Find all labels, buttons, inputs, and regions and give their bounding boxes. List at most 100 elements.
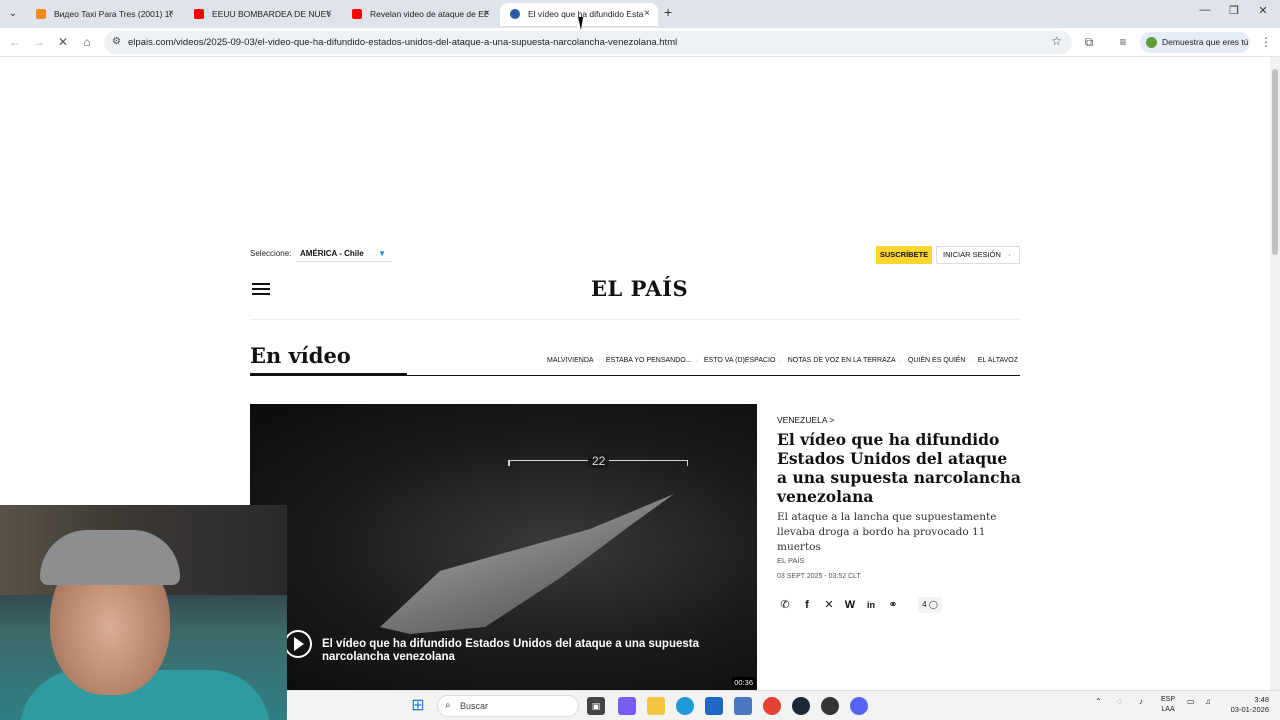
tab-title: Revelan video de ataque de EE (370, 9, 488, 19)
hamburger-menu-icon[interactable] (252, 283, 270, 295)
bookmark-star-icon[interactable]: ☆ (1051, 34, 1062, 48)
file-explorer-icon[interactable] (647, 697, 665, 715)
verify-label: Demuestra que eres tú (1162, 37, 1249, 47)
facebook-icon[interactable]: f (799, 597, 815, 613)
subnav-item-el-altavoz[interactable]: EL ALTAVOZ (978, 357, 1018, 364)
tray-chevron-icon[interactable]: ⌃ (1095, 697, 1102, 706)
article-kicker[interactable]: VENEZUELA > (777, 415, 834, 425)
play-icon[interactable] (284, 630, 312, 658)
address-bar[interactable]: ⚙ elpais.com/videos/2025-09-03/el-video-… (104, 31, 1072, 54)
minimize-button[interactable]: — (1190, 4, 1220, 16)
tab-favicon-icon (36, 9, 46, 19)
tab-close-icon[interactable]: × (644, 3, 650, 25)
comment-bubble-icon: ◯ (926, 600, 938, 609)
site-info-icon[interactable]: ⚙ (112, 36, 121, 47)
restore-button[interactable]: ❐ (1219, 4, 1249, 17)
el-pais-logo[interactable]: EL PAÍS (591, 276, 688, 301)
whatsapp-icon[interactable]: ✆ (777, 597, 793, 613)
video-overlay-title: El vídeo que ha difundido Estados Unidos… (322, 638, 699, 663)
section-title-underline (250, 373, 407, 376)
windows-start-icon[interactable]: ⊞ (409, 697, 427, 715)
tab-taxi-para-tres[interactable]: Видео Taxi Para Tres (2001) 108 × (26, 3, 182, 26)
system-clock[interactable]: 3:48 03-01-2026 (1223, 695, 1269, 715)
extensions-icon[interactable]: ⧉ (1080, 33, 1098, 51)
url-text: elpais.com/videos/2025-09-03/el-video-qu… (128, 37, 678, 48)
search-icon: ⌕ (445, 700, 451, 711)
network-icon[interactable]: ▭ (1187, 697, 1195, 706)
caret-down-icon: · (1008, 250, 1012, 259)
subnav-item-esto-va-despacio[interactable]: ESTO VA (D)ESPACIO (704, 357, 776, 364)
reading-list-icon[interactable]: ≡ (1114, 33, 1132, 51)
taskbar-search[interactable]: ⌕ Buscar (437, 695, 579, 717)
stop-loading-icon[interactable]: ✕ (54, 33, 72, 51)
home-icon[interactable]: ⌂ (78, 33, 96, 51)
tab-revelan-video[interactable]: Revelan video de ataque de EE × (342, 3, 498, 26)
copilot-icon[interactable] (618, 697, 636, 715)
article-date: 03 SEPT 2025 - 03:52 CLT (777, 573, 861, 580)
video-duration: 00:36 (732, 677, 755, 688)
task-view-icon[interactable]: ▣ (587, 697, 605, 715)
clock-date: 03-01-2026 (1230, 705, 1269, 714)
webcam-person-cap (40, 530, 180, 585)
obs-icon[interactable] (821, 697, 839, 715)
section-title[interactable]: En vídeo (250, 343, 351, 368)
video-player[interactable]: 22 El vídeo que ha difundido Estados Uni… (250, 404, 757, 690)
x-icon[interactable]: ✕ (821, 597, 837, 613)
discord-icon[interactable] (850, 697, 868, 715)
video-frame-boat (380, 494, 674, 634)
edge-icon[interactable] (676, 697, 694, 715)
subnav-item-estaba-yo-pensando[interactable]: ESTABA YO PENSANDO... (606, 357, 692, 364)
subnav-item-quien-es-quien[interactable]: QUIÉN ES QUIÉN (908, 357, 966, 364)
language-code: ESP (1161, 696, 1176, 703)
volume-icon[interactable]: ♫ (1205, 697, 1211, 706)
clock-time: 3:48 (1254, 695, 1269, 704)
tab-close-icon[interactable]: × (484, 3, 490, 25)
bluesky-icon[interactable]: W (842, 597, 858, 613)
new-tab-button[interactable]: + (664, 4, 672, 20)
outlook-icon[interactable] (734, 697, 752, 715)
tab-strip: ⌄ Видео Taxi Para Tres (2001) 108 × EEUU… (0, 0, 1280, 28)
page-scrollbar[interactable] (1270, 57, 1280, 690)
steam-icon[interactable] (792, 697, 810, 715)
microphone-icon[interactable]: ♪ (1139, 697, 1143, 706)
link-icon[interactable]: ⚭ (885, 597, 901, 613)
login-button[interactable]: INICIAR SESIÓN · (936, 246, 1020, 264)
language-indicator[interactable]: ESP LAA (1161, 695, 1175, 715)
browser-toolbar: ← → ✕ ⌂ ⚙ elpais.com/videos/2025-09-03/e… (0, 28, 1280, 57)
taskbar-search-placeholder: Buscar (460, 701, 489, 711)
loading-favicon-icon (510, 9, 520, 19)
tab-eeuu-bombardea[interactable]: EEUU BOMBARDEA DE NUEVO × (184, 3, 340, 26)
tray-app-icon[interactable]: ◌ (1117, 697, 1122, 706)
edition-value: AMÉRICA - Chile (300, 249, 364, 258)
section-subnav: MALVIVIENDA · ESTABA YO PENSANDO... · ESTO… (547, 357, 1018, 364)
caret-down-icon: ▼ (378, 249, 386, 258)
article-headline: El vídeo que ha difundido Estados Unidos… (777, 430, 1021, 506)
tab-close-icon[interactable]: × (326, 3, 332, 25)
video-hud-number: 22 (588, 454, 610, 468)
subnav-item-notas-de-voz[interactable]: NOTAS DE VOZ EN LA TERRAZA (788, 357, 896, 364)
subscribe-button[interactable]: SUSCRÍBETE (876, 246, 932, 264)
webcam-overlay (0, 505, 287, 720)
close-window-button[interactable]: ✕ (1248, 4, 1278, 17)
tab-close-icon[interactable]: × (168, 3, 174, 25)
edition-dropdown[interactable]: AMÉRICA - Chile ▼ (296, 245, 392, 262)
tab-title: EEUU BOMBARDEA DE NUEVO (212, 9, 330, 19)
article-author[interactable]: EL PAÍS (777, 556, 805, 565)
youtube-favicon-icon (194, 9, 204, 19)
tab-search-chevron-icon[interactable]: ⌄ (4, 5, 22, 23)
edition-label: Seleccione: (250, 249, 292, 258)
subnav-item-malvivienda[interactable]: MALVIVIENDA (547, 357, 594, 364)
browser-menu-icon[interactable]: ⋮ (1257, 33, 1275, 51)
verify-profile-chip[interactable]: Demuestra que eres tú (1140, 32, 1250, 53)
chrome-icon[interactable] (763, 697, 781, 715)
linkedin-icon[interactable]: in (863, 597, 879, 613)
back-arrow-icon[interactable]: ← (6, 33, 24, 51)
login-label: INICIAR SESIÓN (943, 250, 1001, 259)
header-divider (250, 319, 1020, 320)
forward-arrow-icon[interactable]: → (30, 33, 48, 51)
tab-title: El vídeo que ha difundido Esta (528, 9, 644, 19)
scrollbar-thumb[interactable] (1272, 69, 1278, 255)
profile-avatar-icon (1146, 37, 1157, 48)
comments-button[interactable]: 4 ◯ (918, 597, 942, 613)
store-icon[interactable] (705, 697, 723, 715)
